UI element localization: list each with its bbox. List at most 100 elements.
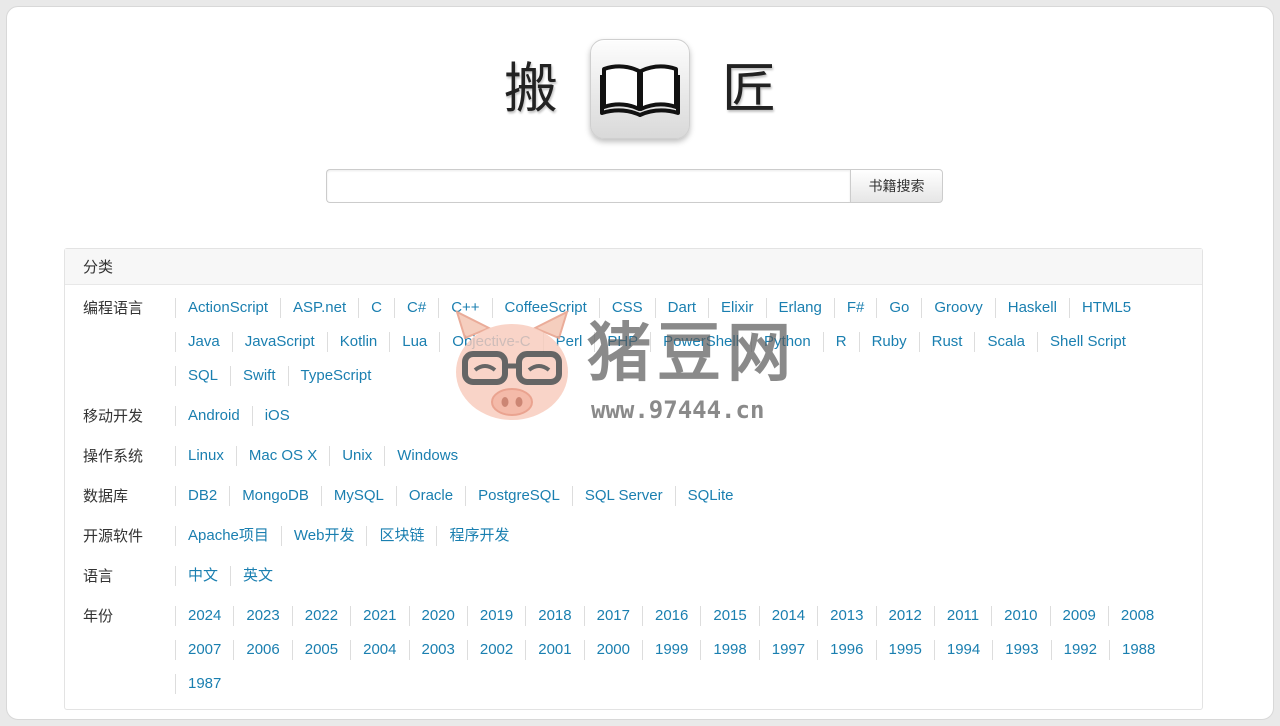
category-row: 编程语言 ActionScript ASP.net C C# C++ CoffeeScrip… bbox=[65, 291, 1202, 393]
category-link[interactable]: 2022 bbox=[291, 606, 350, 626]
category-link[interactable]: 1996 bbox=[817, 640, 875, 660]
category-link[interactable]: Web开发 bbox=[280, 526, 367, 546]
category-link[interactable]: 2014 bbox=[758, 606, 817, 626]
category-link[interactable]: Python bbox=[751, 332, 823, 352]
category-link[interactable]: Rust bbox=[918, 332, 975, 352]
category-link[interactable]: PowerShell bbox=[650, 332, 751, 352]
category-link[interactable]: Lua bbox=[389, 332, 439, 352]
category-link[interactable]: 2003 bbox=[408, 640, 467, 660]
category-link[interactable]: 2011 bbox=[933, 606, 991, 626]
category-link[interactable]: Erlang bbox=[765, 298, 834, 318]
category-link[interactable]: 1992 bbox=[1050, 640, 1109, 660]
category-link[interactable]: Perl bbox=[542, 332, 595, 352]
category-link[interactable]: Go bbox=[876, 298, 921, 318]
category-link[interactable]: Windows bbox=[384, 446, 470, 466]
category-link[interactable]: 2023 bbox=[233, 606, 291, 626]
category-link[interactable]: Scala bbox=[974, 332, 1037, 352]
category-link[interactable]: 1999 bbox=[642, 640, 700, 660]
category-link[interactable]: JavaScript bbox=[231, 332, 327, 352]
category-link[interactable]: TypeScript bbox=[287, 366, 384, 386]
category-link[interactable]: Elixir bbox=[708, 298, 766, 318]
category-link[interactable]: 2018 bbox=[525, 606, 583, 626]
category-link[interactable]: Haskell bbox=[994, 298, 1069, 318]
category-links: ActionScript ASP.net C C# C++ CoffeeScript CSS… bbox=[175, 291, 1175, 393]
category-link[interactable]: Ruby bbox=[858, 332, 919, 352]
category-link[interactable]: 1994 bbox=[933, 640, 992, 660]
category-link[interactable]: 2002 bbox=[466, 640, 525, 660]
category-link[interactable]: Android bbox=[175, 406, 252, 426]
category-link[interactable]: 区块链 bbox=[366, 526, 436, 546]
search-bar: 书籍搜索 bbox=[326, 169, 943, 203]
category-link[interactable]: iOS bbox=[251, 406, 302, 426]
category-link[interactable]: SQLite bbox=[674, 486, 746, 506]
category-label: 语言 bbox=[83, 567, 114, 585]
category-link[interactable]: Objective-C bbox=[439, 332, 542, 352]
category-link[interactable]: 中文 bbox=[175, 566, 230, 586]
category-link[interactable]: 2012 bbox=[875, 606, 934, 626]
category-link[interactable]: CoffeeScript bbox=[491, 298, 599, 318]
category-link[interactable]: MySQL bbox=[320, 486, 396, 506]
category-link[interactable]: 1993 bbox=[992, 640, 1050, 660]
category-link[interactable]: CSS bbox=[598, 298, 655, 318]
category-label: 开源软件 bbox=[83, 527, 144, 545]
category-link[interactable]: Apache项目 bbox=[175, 526, 281, 546]
category-link[interactable]: Shell Script bbox=[1037, 332, 1138, 352]
category-link[interactable]: 1997 bbox=[758, 640, 817, 660]
category-link[interactable]: 2008 bbox=[1107, 606, 1166, 626]
category-link[interactable]: 1998 bbox=[700, 640, 758, 660]
category-link[interactable]: Mac OS X bbox=[235, 446, 329, 466]
category-link[interactable]: PHP bbox=[594, 332, 650, 352]
category-link[interactable]: SQL Server bbox=[571, 486, 675, 506]
search-input[interactable] bbox=[326, 169, 850, 203]
site-logo[interactable]: 搬 匠 bbox=[7, 37, 1273, 141]
category-link[interactable]: 2013 bbox=[817, 606, 875, 626]
category-link[interactable]: 2005 bbox=[291, 640, 350, 660]
category-link[interactable]: 2007 bbox=[175, 640, 233, 660]
book-search-button[interactable]: 书籍搜索 bbox=[850, 169, 943, 203]
category-link[interactable]: 2000 bbox=[583, 640, 642, 660]
category-link[interactable]: 2015 bbox=[700, 606, 758, 626]
category-link[interactable]: ActionScript bbox=[175, 298, 280, 318]
category-link[interactable]: 2004 bbox=[350, 640, 408, 660]
category-link[interactable]: 2016 bbox=[642, 606, 700, 626]
category-panel: 分类 编程语言 ActionScript ASP.net C C# C++ CoffeeSc… bbox=[64, 248, 1203, 710]
category-link[interactable]: R bbox=[822, 332, 859, 352]
category-link[interactable]: 英文 bbox=[230, 566, 285, 586]
category-link[interactable]: SQL bbox=[175, 366, 230, 386]
category-link[interactable]: 1988 bbox=[1109, 640, 1167, 660]
category-link[interactable]: C++ bbox=[438, 298, 491, 318]
category-link[interactable]: 2024 bbox=[175, 606, 233, 626]
category-link[interactable]: Java bbox=[175, 332, 232, 352]
category-link[interactable]: Linux bbox=[175, 446, 236, 466]
category-link[interactable]: 2019 bbox=[466, 606, 525, 626]
category-link[interactable]: C bbox=[358, 298, 394, 318]
category-link[interactable]: Swift bbox=[230, 366, 288, 386]
category-link[interactable]: 2001 bbox=[525, 640, 583, 660]
category-link[interactable]: 2017 bbox=[583, 606, 642, 626]
category-label: 操作系统 bbox=[83, 447, 144, 465]
category-links: 2024 2023 2022 2021 2020 2019 2018 2017 2016 2015… bbox=[175, 599, 1175, 701]
category-link[interactable]: 2009 bbox=[1049, 606, 1108, 626]
category-link[interactable]: 1995 bbox=[875, 640, 934, 660]
category-link[interactable]: PostgreSQL bbox=[465, 486, 572, 506]
category-link[interactable]: 2021 bbox=[350, 606, 408, 626]
category-link[interactable]: Kotlin bbox=[326, 332, 390, 352]
category-link[interactable]: 2020 bbox=[408, 606, 467, 626]
category-link[interactable]: Oracle bbox=[395, 486, 465, 506]
category-link[interactable]: 2006 bbox=[233, 640, 291, 660]
category-link[interactable]: ASP.net bbox=[280, 298, 358, 318]
category-link[interactable]: 程序开发 bbox=[436, 526, 521, 546]
category-link[interactable]: 2010 bbox=[991, 606, 1049, 626]
category-link[interactable]: Dart bbox=[654, 298, 708, 318]
category-row: 移动开发 Android iOS bbox=[65, 399, 1202, 433]
category-link[interactable]: MongoDB bbox=[229, 486, 321, 506]
category-link[interactable]: C# bbox=[394, 298, 438, 318]
category-link[interactable]: DB2 bbox=[175, 486, 229, 506]
category-link[interactable]: HTML5 bbox=[1068, 298, 1143, 318]
category-link[interactable]: 1987 bbox=[175, 674, 233, 694]
category-link[interactable]: Unix bbox=[329, 446, 384, 466]
category-link[interactable]: F# bbox=[833, 298, 877, 318]
page-frame: 搬 匠 书籍搜索 分类 编程语言 ActionScript ASP.net C C# C+… bbox=[6, 6, 1274, 720]
category-label: 移动开发 bbox=[83, 407, 144, 425]
category-link[interactable]: Groovy bbox=[921, 298, 994, 318]
